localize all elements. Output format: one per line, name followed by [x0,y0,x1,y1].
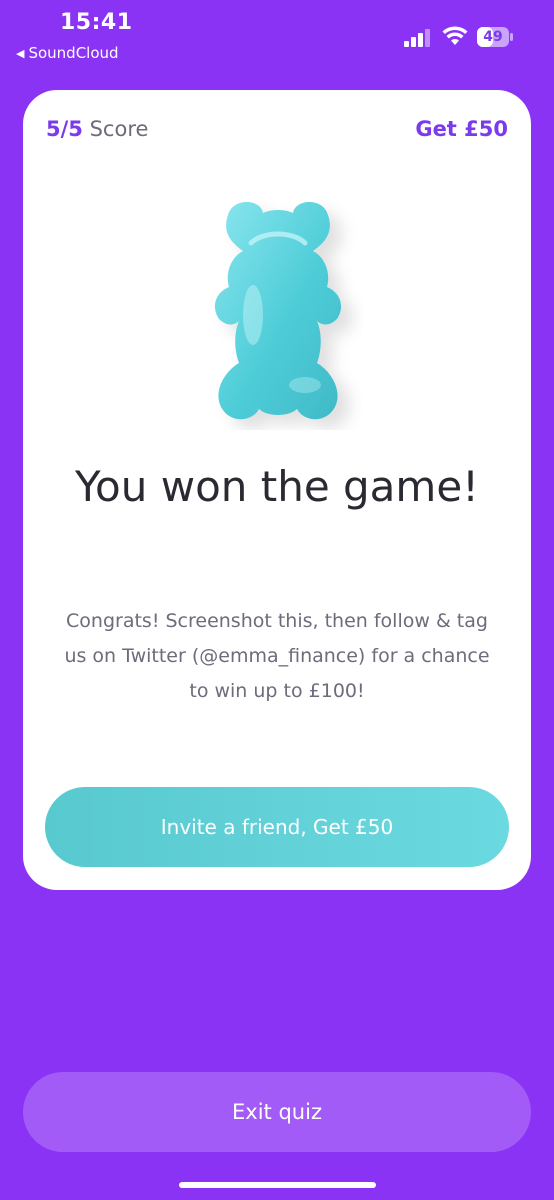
congrats-message: Congrats! Screenshot this, then follow &… [64,610,490,702]
score-value: 5/5 [46,117,83,141]
back-to-app-link[interactable]: ◀ SoundCloud [16,44,119,62]
status-bar: 15:41 ◀ SoundCloud 49 [0,0,554,70]
result-card: 5/5 Score Get £50 You won the game! Cong… [23,90,531,890]
score-display: 5/5 Score [46,117,148,141]
battery-level: 49 [483,29,503,45]
invite-friend-button[interactable]: Invite a friend, Get £50 [45,787,509,867]
back-triangle-icon: ◀ [16,46,25,60]
status-time: 15:41 [60,10,133,35]
wifi-icon [442,26,468,45]
home-indicator[interactable] [179,1182,376,1188]
cellular-signal-icon [404,29,430,47]
reward-label[interactable]: Get £50 [415,117,508,141]
gummy-bear-icon [214,202,342,420]
back-app-label: SoundCloud [28,44,119,62]
score-label: Score [89,117,149,141]
win-title: You won the game! [74,462,480,511]
exit-quiz-button[interactable]: Exit quiz [23,1072,531,1152]
battery-indicator: 49 [477,27,513,47]
